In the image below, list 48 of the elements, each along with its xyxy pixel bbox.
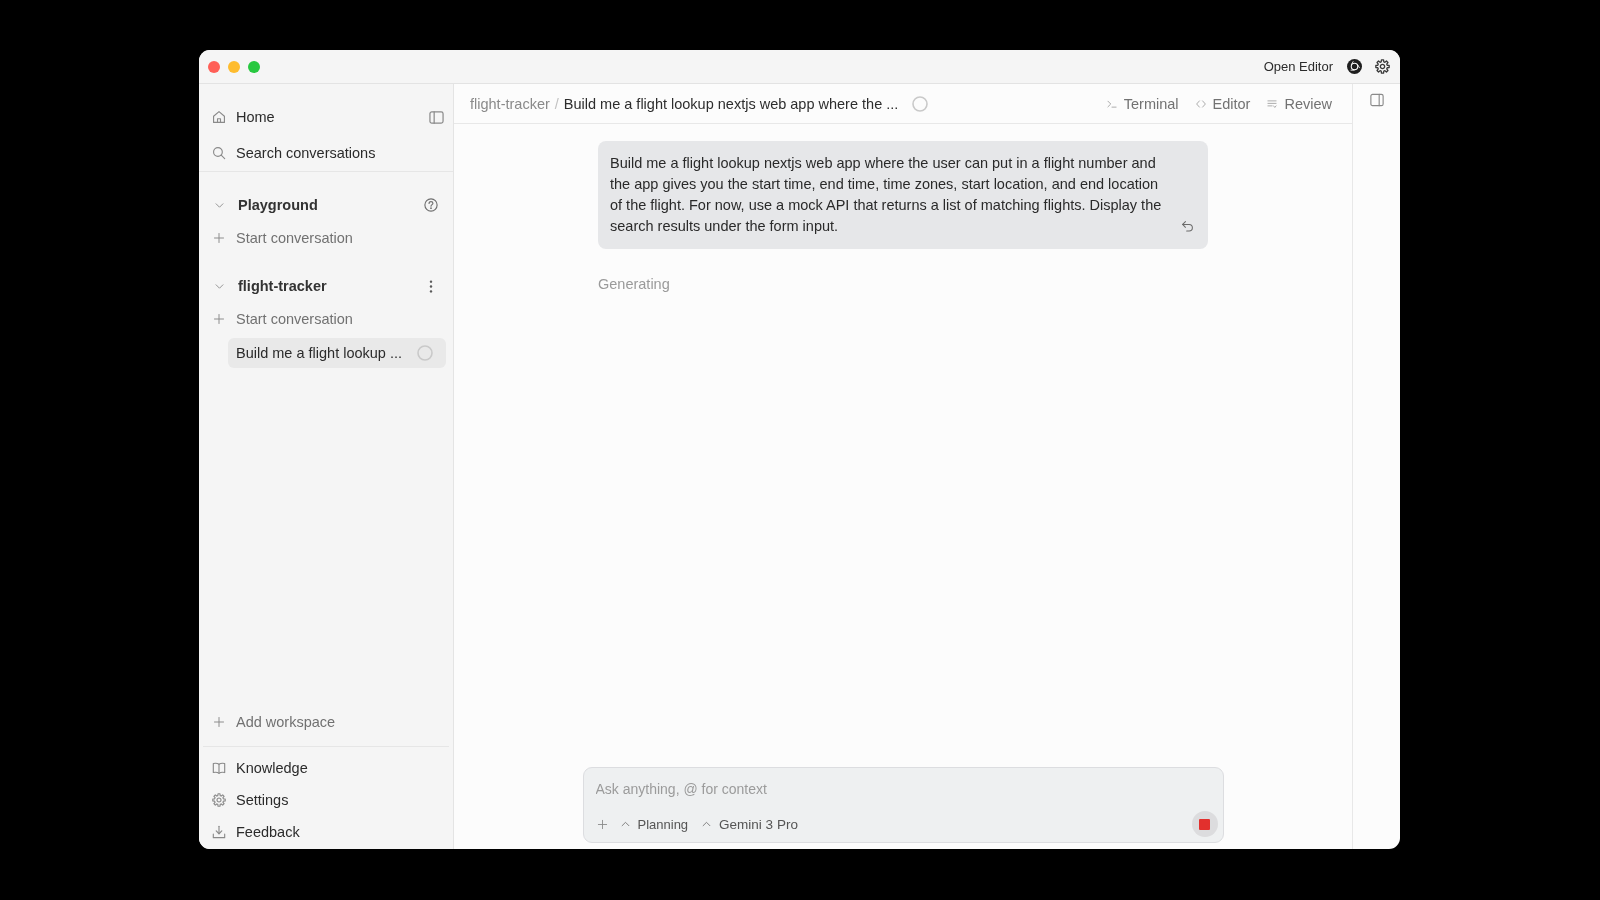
maximize-button[interactable] xyxy=(248,60,260,73)
toolbar-button[interactable]: Editor xyxy=(1195,95,1251,112)
message-input[interactable]: Ask anything, @ for context xyxy=(595,778,1211,799)
sidebar-toggle-icon[interactable] xyxy=(429,109,444,125)
home-icon xyxy=(212,110,226,124)
breadcrumb-separator: / xyxy=(554,95,559,112)
plus-icon[interactable] xyxy=(596,818,608,830)
close-button[interactable] xyxy=(208,60,220,73)
search-icon xyxy=(212,146,226,160)
undo-icon[interactable] xyxy=(1181,220,1194,233)
gear-icon[interactable] xyxy=(1375,59,1390,74)
sidebar-item[interactable]: Search conversations xyxy=(206,138,446,168)
book-icon xyxy=(212,761,226,775)
chevron-up-icon xyxy=(702,821,712,827)
add-workspace-button[interactable]: Add workspace xyxy=(206,707,446,737)
code-icon xyxy=(1195,98,1206,109)
workspace-name[interactable]: flight-tracker xyxy=(238,278,429,294)
help-icon[interactable] xyxy=(424,198,438,212)
gear-icon xyxy=(212,793,226,807)
lines-icon xyxy=(1267,98,1278,109)
toolbar-button[interactable]: Terminal xyxy=(1106,95,1179,112)
message-composer[interactable]: Ask anything, @ for context Planning Gemini 3 Pro xyxy=(582,767,1224,843)
plus-icon xyxy=(213,716,225,728)
breadcrumb-current: Build me a flight lookup nextjs web app where the ... xyxy=(563,95,899,112)
stop-button[interactable] xyxy=(1191,811,1218,837)
terminal-icon xyxy=(1106,98,1117,109)
workspace-name[interactable]: Playground xyxy=(238,197,424,213)
sidebar-item[interactable]: Knowledge xyxy=(206,753,446,783)
message-text: Build me a flight lookup nextjs web app where the user can put in a flight number and the app gives you the start time, end time, time zones, start location, and end location of the flight. For now, use a mock API that returns a list of matching flights. Display the search results under the form input. xyxy=(610,154,1163,236)
download-icon xyxy=(212,825,226,839)
sidebar-item[interactable]: Settings xyxy=(206,785,446,815)
mode-button[interactable]: Planning xyxy=(620,816,689,832)
browser-icon[interactable] xyxy=(1347,59,1362,74)
sidebar-item[interactable]: Home xyxy=(206,102,429,132)
chevron-up-icon xyxy=(620,821,630,827)
toolbar-button[interactable]: Review xyxy=(1267,95,1332,112)
open-editor-button[interactable]: Open Editor xyxy=(1263,59,1333,74)
model-button[interactable]: Gemini 3 Pro xyxy=(702,816,798,832)
status-text: Generating xyxy=(598,275,670,294)
conversation-item[interactable]: Build me a flight lookup ... xyxy=(228,338,446,368)
start-conversation-button[interactable]: Start conversation xyxy=(206,304,446,334)
panel-toggle-icon[interactable] xyxy=(1369,93,1384,107)
start-conversation-button[interactable]: Start conversation xyxy=(206,223,446,253)
more-icon[interactable] xyxy=(429,279,433,293)
plus-icon xyxy=(213,313,225,325)
stop-icon xyxy=(1199,818,1210,830)
plus-icon xyxy=(213,232,225,244)
sidebar-item[interactable]: Feedback xyxy=(206,817,446,847)
